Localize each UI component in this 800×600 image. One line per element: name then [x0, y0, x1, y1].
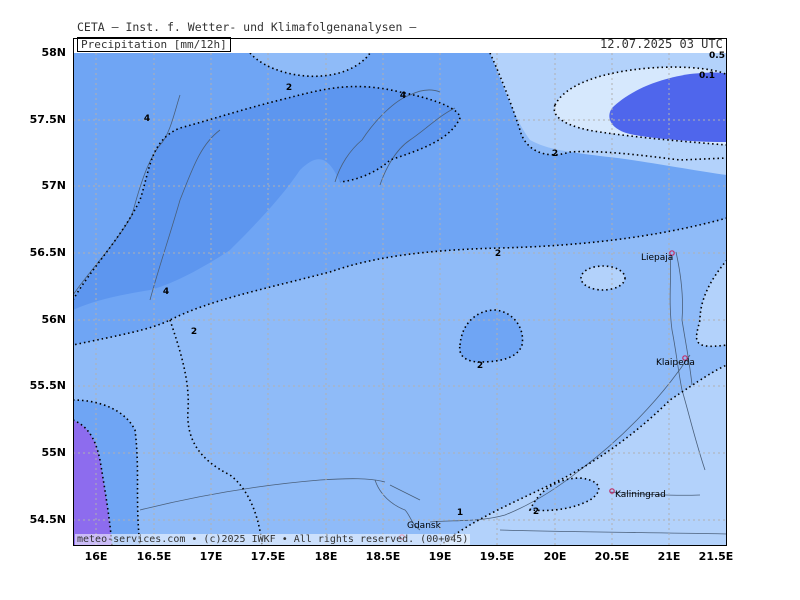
lon-label: 16E — [84, 550, 108, 563]
city-klaipeda: Klaipeda — [656, 358, 695, 368]
contour-label: 4 — [399, 91, 407, 101]
contour-label: 2 — [532, 507, 540, 517]
lon-label: 18E — [314, 550, 338, 563]
contour-label: 2 — [190, 327, 198, 337]
lon-label: 20E — [543, 550, 567, 563]
contour-label: 2 — [285, 83, 293, 93]
city-kaliningrad: Kaliningrad — [615, 490, 666, 500]
contour-label: 2 — [551, 149, 559, 159]
credit-line: meteo-services.com • (c)2025 IWKF • All … — [75, 534, 471, 545]
lat-label: 56.5N — [29, 246, 66, 259]
contour-label: 2 — [494, 249, 502, 259]
city-gdansk: Gdansk — [407, 521, 441, 531]
lat-label: 55.5N — [29, 379, 66, 392]
lat-label: 54.5N — [29, 513, 66, 526]
lat-label: 57.5N — [29, 113, 66, 126]
lon-label: 20.5E — [594, 550, 630, 563]
lat-label: 58N — [41, 46, 66, 59]
map-frame — [73, 38, 727, 546]
lon-label: 21E — [657, 550, 681, 563]
lon-label: 16.5E — [136, 550, 172, 563]
lon-label: 18.5E — [365, 550, 401, 563]
lon-label: 21.5E — [698, 550, 734, 563]
lon-label: 17.5E — [250, 550, 286, 563]
city-liepaja: Liepaja — [641, 253, 674, 263]
contour-label: 1 — [456, 508, 464, 518]
lon-label: 19E — [428, 550, 452, 563]
contour-label: 4 — [162, 287, 170, 297]
contour-label: 2 — [476, 361, 484, 371]
lon-label: 19.5E — [479, 550, 515, 563]
contour-label: 4 — [143, 114, 151, 124]
lat-label: 56N — [41, 313, 66, 326]
lat-label: 55N — [41, 446, 66, 459]
contour-label: 0.5 — [709, 51, 725, 61]
lon-label: 17E — [199, 550, 223, 563]
lat-label: 57N — [41, 179, 66, 192]
contour-label: 0.1 — [699, 71, 715, 81]
